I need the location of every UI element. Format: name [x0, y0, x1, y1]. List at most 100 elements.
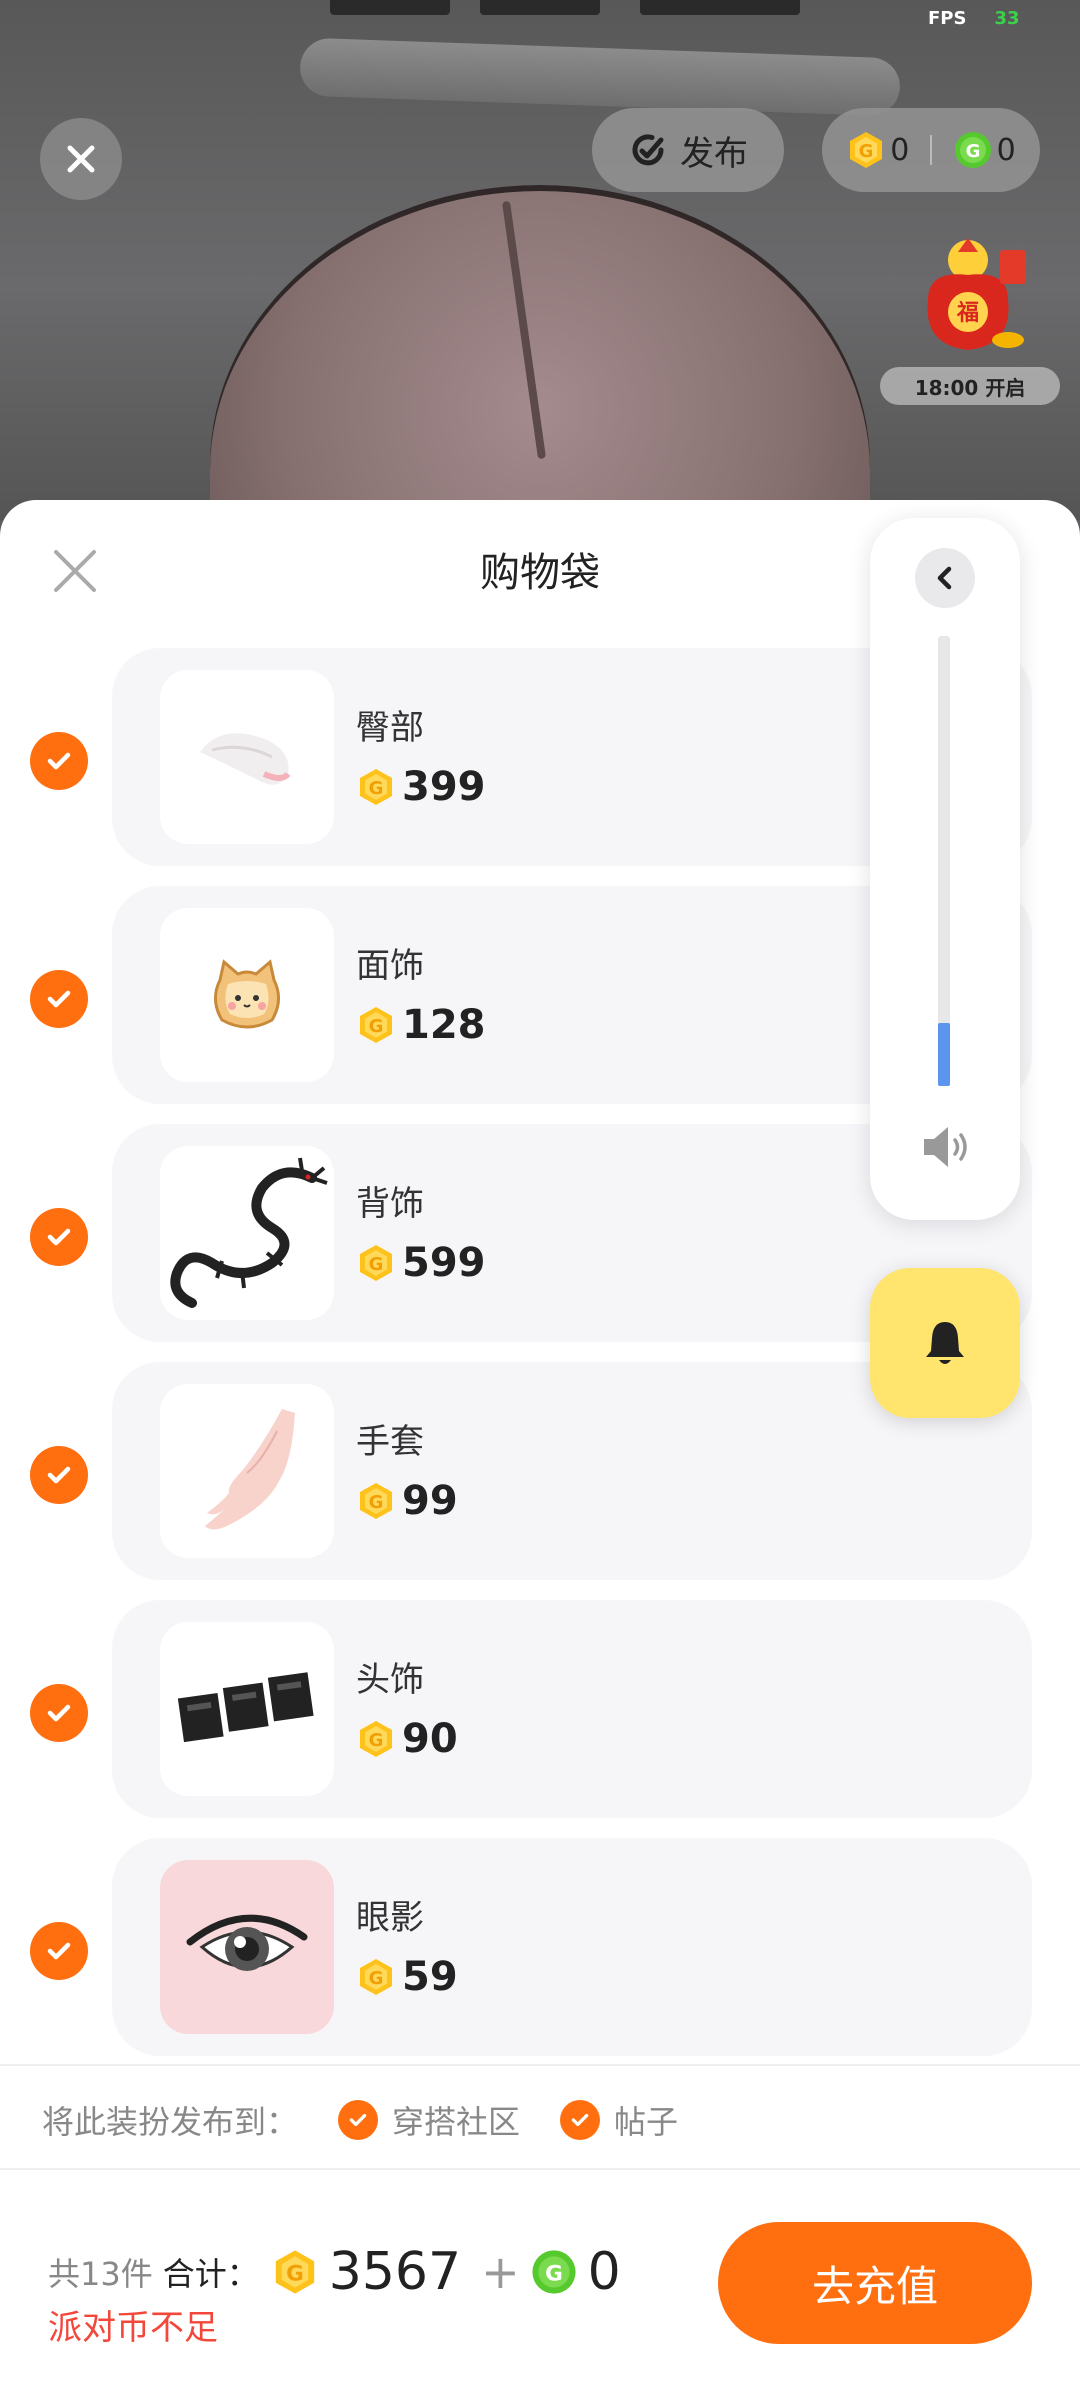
volume-panel: [870, 518, 1020, 1220]
item-name: 手套: [356, 1422, 424, 1462]
green-coin-icon: G: [530, 2248, 578, 2296]
publish-option-label: 穿搭社区: [392, 2103, 521, 2141]
event-entry[interactable]: 福 18:00 开启: [880, 230, 1060, 405]
scene-decoration: [640, 0, 800, 15]
publish-button[interactable]: 发布: [592, 108, 784, 192]
item-thumbnail: [160, 1384, 334, 1558]
item-price: G 399: [356, 764, 486, 810]
item-select-checkbox[interactable]: [30, 1208, 88, 1266]
green-balance: G 0: [953, 130, 1016, 170]
checkmark-icon: [47, 1228, 71, 1246]
event-timer: 18:00 开启: [880, 367, 1060, 405]
scene-decoration: [330, 0, 450, 15]
gold-coin-icon: G: [356, 1481, 396, 1521]
item-price-value: 399: [402, 764, 486, 810]
close-editor-button[interactable]: [40, 118, 122, 200]
item-card[interactable]: 头饰 G 90: [112, 1600, 1032, 1818]
item-select-checkbox[interactable]: [30, 1684, 88, 1742]
item-price-value: 599: [402, 1240, 486, 1286]
item-price-value: 59: [402, 1954, 458, 2000]
checkmark-icon: [47, 1704, 71, 1722]
recharge-button[interactable]: 去充值: [718, 2222, 1032, 2344]
item-thumbnail: [160, 1622, 334, 1796]
gold-coin-icon: G: [271, 2248, 319, 2296]
item-price-value: 99: [402, 1478, 458, 1524]
svg-text:G: G: [369, 1254, 384, 1275]
publish-option-label: 帖子: [614, 2103, 679, 2141]
checkbox-checked-icon: [338, 2100, 379, 2140]
collapse-volume-button[interactable]: [915, 548, 975, 608]
speaker-icon[interactable]: [918, 1123, 974, 1171]
publish-option-community[interactable]: 穿搭社区: [338, 2097, 520, 2143]
volume-slider-fill: [938, 1023, 950, 1086]
item-price-value: 128: [402, 1002, 486, 1048]
checkmark-icon: [47, 990, 71, 1008]
gold-total: 3567: [328, 2242, 462, 2302]
green-total: 0: [587, 2242, 621, 2302]
item-thumbnail: [160, 670, 334, 844]
hand-glove-icon: [205, 1409, 295, 1530]
gold-coin-icon: G: [356, 1243, 396, 1283]
total-summary: 共13件 合计： G 3567 + G 0: [48, 2242, 631, 2302]
checkmark-icon: [47, 1466, 71, 1484]
svg-text:G: G: [286, 2261, 304, 2286]
gold-coin-icon: G: [356, 1957, 396, 1997]
checkout-bar: 共13件 合计： G 3567 + G 0 派对币不足 去充值: [0, 2170, 1080, 2400]
green-balance-value: 0: [996, 132, 1016, 168]
item-thumbnail: [160, 908, 334, 1082]
svg-text:G: G: [369, 1968, 384, 1989]
bag-item: 眼影 G 59: [0, 1838, 1080, 2076]
svg-text:G: G: [859, 141, 874, 162]
text-badge-icon: [177, 1672, 314, 1743]
section-divider: [0, 2064, 1080, 2066]
item-price: G 599: [356, 1240, 486, 1286]
notification-bell-button[interactable]: [870, 1268, 1020, 1418]
bag-item: 头饰 G 90: [0, 1600, 1080, 1838]
svg-text:G: G: [369, 1492, 384, 1513]
item-thumbnail: [160, 1146, 334, 1320]
checkbox-checked-icon: [560, 2100, 601, 2140]
item-card[interactable]: 眼影 G 59: [112, 1838, 1032, 2056]
eye-icon: [186, 1914, 308, 1971]
publish-icon: [632, 134, 664, 166]
lucky-bag-icon: 福: [927, 238, 1026, 350]
green-coin-icon: G: [953, 130, 993, 170]
fps-value: 33: [994, 8, 1020, 29]
gold-coin-icon: G: [356, 767, 396, 807]
item-select-checkbox[interactable]: [30, 970, 88, 1028]
publish-destination: 将此装扮发布到： 穿搭社区 帖子: [42, 2090, 678, 2150]
balance-divider: [929, 135, 932, 165]
insufficient-balance-warning: 派对币不足: [48, 2308, 218, 2348]
total-label: 合计：: [162, 2255, 259, 2293]
fps-label: FPS: [928, 8, 967, 29]
checkmark-icon: [47, 752, 71, 770]
item-select-checkbox[interactable]: [30, 1446, 88, 1504]
item-price: G 59: [356, 1954, 458, 2000]
item-price: G 99: [356, 1478, 458, 1524]
item-select-checkbox[interactable]: [30, 732, 88, 790]
gold-coin-icon: G: [356, 1005, 396, 1045]
svg-text:福: 福: [956, 301, 979, 326]
gold-balance: G 0: [846, 130, 909, 170]
fps-counter: FPS 33: [928, 8, 1020, 29]
gold-balance-value: 0: [890, 132, 910, 168]
plus-sign: +: [481, 2245, 520, 2299]
bell-icon: [926, 1322, 964, 1364]
svg-text:G: G: [369, 1730, 384, 1751]
volume-slider[interactable]: [938, 636, 950, 1086]
dragon-icon: [170, 1157, 328, 1308]
item-price: G 90: [356, 1716, 458, 1762]
checkmark-icon: [47, 1942, 71, 1960]
publish-option-post[interactable]: 帖子: [560, 2097, 678, 2143]
item-name: 眼影: [356, 1898, 424, 1938]
item-price: G 128: [356, 1002, 486, 1048]
close-icon: [67, 145, 95, 173]
chevron-left-icon: [937, 566, 952, 590]
item-select-checkbox[interactable]: [30, 1922, 88, 1980]
item-name: 臀部: [356, 708, 424, 748]
gold-coin-icon: G: [356, 1719, 396, 1759]
svg-text:G: G: [369, 1016, 384, 1037]
item-name: 面饰: [356, 946, 424, 986]
currency-balance[interactable]: G 0 G 0: [822, 108, 1040, 192]
item-name: 背饰: [356, 1184, 424, 1224]
